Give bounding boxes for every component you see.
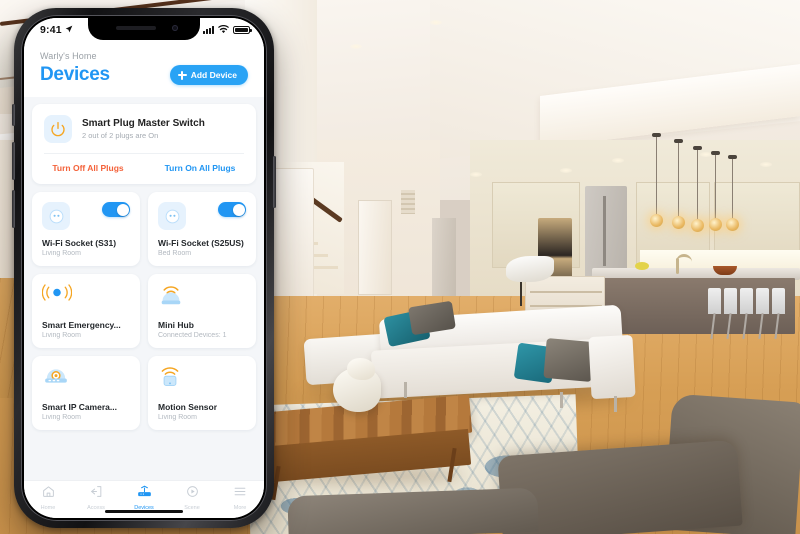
socket-icon — [158, 202, 186, 230]
master-switch-subtitle: 2 out of 2 plugs are On — [82, 131, 159, 140]
device-toggle[interactable] — [102, 202, 130, 217]
add-device-label: Add Device — [190, 70, 237, 80]
tab-access[interactable]: Access — [72, 485, 120, 511]
page-title: Devices — [40, 64, 110, 85]
emergency-sensor-icon — [41, 284, 73, 306]
master-switch-card[interactable]: Smart Plug Master Switch 2 out of 2 plug… — [32, 104, 256, 184]
device-room: Living Room — [42, 332, 81, 339]
device-name: Motion Sensor — [158, 402, 218, 412]
phone-screen: 9:41 Warly's Home Devices Add Device Sma… — [24, 18, 264, 518]
tab-home-label: Home — [40, 504, 56, 511]
tab-scene-label: Scene — [184, 504, 200, 511]
cellular-signal-icon — [203, 26, 214, 34]
device-name: Wi-Fi Socket (S25US) — [158, 238, 244, 248]
tab-scene[interactable]: Scene — [168, 485, 216, 511]
hub-icon — [158, 284, 184, 311]
device-room: Bed Room — [158, 250, 192, 257]
ip-camera-icon — [42, 366, 70, 391]
device-name: Smart IP Camera... — [42, 402, 117, 412]
device-name: Smart Emergency... — [42, 320, 121, 330]
device-connected-count: Connected Devices: 1 — [158, 332, 227, 339]
wifi-icon — [218, 21, 229, 39]
silent-switch[interactable] — [12, 104, 15, 126]
access-icon — [90, 485, 103, 503]
motion-sensor-icon — [158, 366, 182, 393]
tab-devices[interactable]: Devices — [120, 485, 168, 511]
device-tile-smart-ip-camera[interactable]: Smart IP Camera... Living Room — [32, 356, 140, 430]
device-tile-mini-hub[interactable]: Mini Hub Connected Devices: 1 — [148, 274, 256, 348]
socket-icon — [42, 202, 70, 230]
tab-more-label: More — [233, 504, 247, 511]
device-grid: Wi-Fi Socket (S31) Living Room Wi-Fi Soc… — [32, 192, 256, 430]
home-indicator[interactable] — [105, 509, 183, 513]
device-tile-wifi-socket-s25us[interactable]: Wi-Fi Socket (S25US) Bed Room — [148, 192, 256, 266]
add-device-button[interactable]: Add Device — [169, 65, 248, 85]
status-time: 9:41 — [40, 24, 62, 36]
volume-down-button[interactable] — [12, 190, 15, 228]
app-header: Warly's Home Devices Add Device — [24, 42, 264, 97]
device-tile-wifi-socket-s31[interactable]: Wi-Fi Socket (S31) Living Room — [32, 192, 140, 266]
router-icon — [137, 485, 152, 503]
status-bar-left: 9:41 — [40, 24, 73, 36]
battery-full-icon — [233, 26, 252, 34]
device-name: Wi-Fi Socket (S31) — [42, 238, 117, 248]
home-name-label: Warly's Home — [40, 51, 97, 61]
volume-up-button[interactable] — [12, 142, 15, 180]
turn-on-all-plugs-button[interactable]: Turn On All Plugs — [144, 154, 256, 184]
device-tile-motion-sensor[interactable]: Motion Sensor Living Room — [148, 356, 256, 430]
power-button[interactable] — [273, 156, 276, 208]
menu-icon — [233, 485, 247, 503]
device-tile-smart-emergency[interactable]: Smart Emergency... Living Room — [32, 274, 140, 348]
tab-access-label: Access — [87, 504, 105, 511]
home-icon — [42, 485, 55, 503]
device-room: Living Room — [42, 414, 81, 421]
device-name: Mini Hub — [158, 320, 194, 330]
device-room: Living Room — [158, 414, 197, 421]
devices-scroll-area[interactable]: Smart Plug Master Switch 2 out of 2 plug… — [24, 97, 264, 480]
earpiece-speaker — [116, 26, 156, 30]
location-arrow-icon — [65, 24, 73, 36]
phone-device-frame: 9:41 Warly's Home Devices Add Device Sma… — [12, 8, 276, 528]
turn-off-all-plugs-button[interactable]: Turn Off All Plugs — [32, 154, 144, 184]
play-icon — [186, 485, 199, 503]
power-icon — [44, 115, 72, 143]
device-room: Living Room — [42, 250, 81, 257]
front-camera — [172, 25, 178, 31]
tab-home[interactable]: Home — [24, 485, 72, 511]
plus-icon — [177, 70, 187, 80]
notch — [88, 18, 200, 40]
status-bar-right — [203, 21, 252, 39]
device-toggle[interactable] — [218, 202, 246, 217]
master-switch-title: Smart Plug Master Switch — [82, 118, 205, 129]
tab-more[interactable]: More — [216, 485, 264, 511]
